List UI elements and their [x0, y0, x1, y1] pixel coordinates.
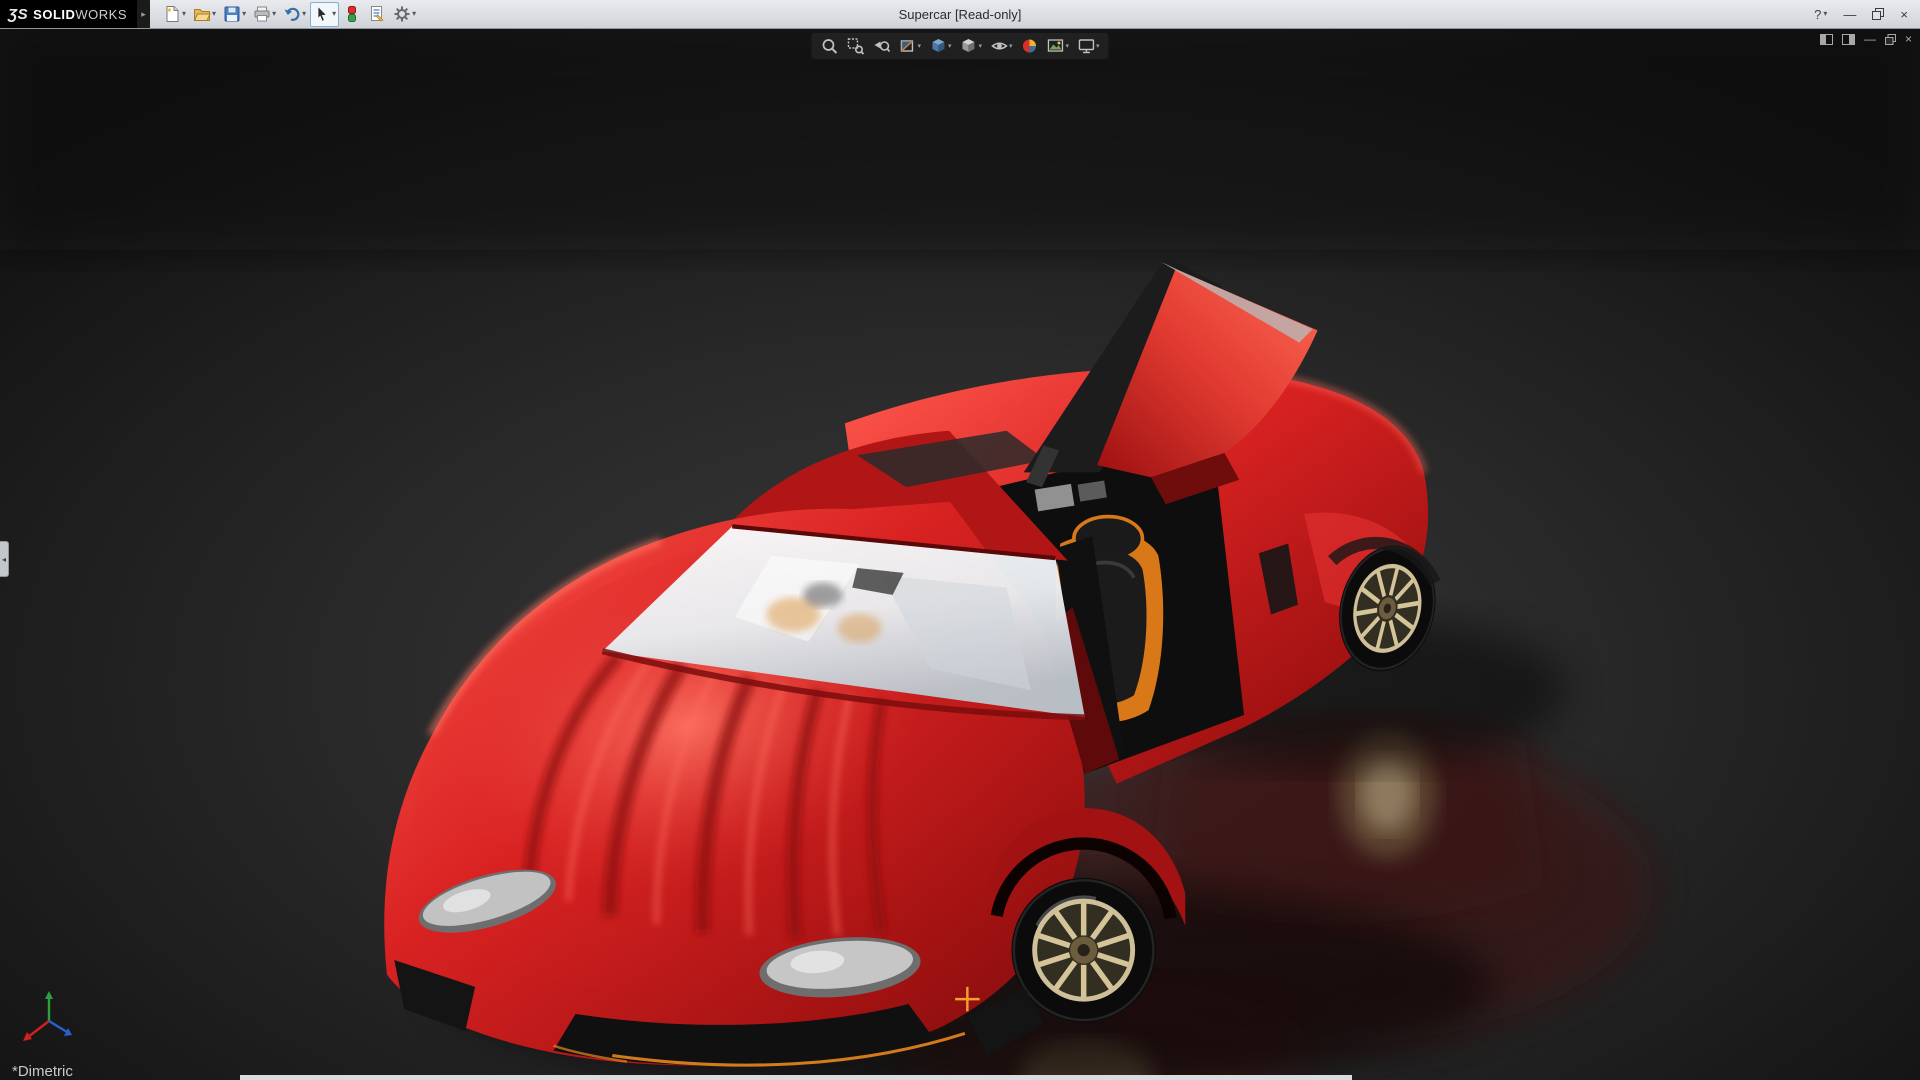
open-icon [193, 5, 211, 23]
view-settings-icon [1077, 37, 1095, 55]
edit-appearance-ball-icon [1021, 37, 1039, 55]
edit-appearance-button[interactable] [1018, 35, 1042, 57]
zoom-to-fit-button[interactable] [817, 35, 841, 57]
front-wheel[interactable] [1011, 878, 1155, 1023]
graphics-area[interactable]: ▾ ▾ ▾ ▾ ▾ ▾ — [0, 29, 1920, 1080]
document-restore-icon [1885, 34, 1896, 45]
section-view-icon [898, 37, 916, 55]
window-title: Supercar [Read-only] [899, 0, 1022, 29]
view-settings-button[interactable]: ▾ [1074, 35, 1103, 57]
panel-collapse-handle[interactable]: ◂ [0, 541, 9, 577]
options-gear-icon [393, 5, 411, 23]
print-button[interactable]: ▾ [250, 2, 279, 27]
file-properties-button[interactable] [365, 2, 389, 27]
zoom-to-fit-icon [820, 37, 838, 55]
view-orientation-cube-icon [929, 37, 947, 55]
select-cursor-icon [313, 5, 331, 23]
document-window-controls: — × [1820, 33, 1912, 45]
restore-icon [1872, 8, 1884, 20]
print-icon [253, 5, 271, 23]
heads-up-view-toolbar: ▾ ▾ ▾ ▾ ▾ ▾ [811, 33, 1108, 59]
apply-scene-button[interactable]: ▾ [1044, 35, 1073, 57]
solidworks-logo-mark-icon: ƷS [8, 6, 28, 23]
standard-toolbar: ▾ ▾ ▾ ▾ ▾ ▾ ▾ [160, 0, 419, 28]
taskbar-sliver [240, 1075, 1352, 1080]
undo-icon [283, 5, 301, 23]
display-style-button[interactable]: ▾ [956, 35, 985, 57]
top-vignette [0, 29, 1920, 249]
rebuild-icon [343, 5, 361, 23]
restore-button[interactable] [1870, 8, 1886, 20]
hide-show-items-button[interactable]: ▾ [987, 35, 1016, 57]
select-button[interactable]: ▾ [310, 2, 339, 27]
file-properties-icon [368, 5, 386, 23]
model-scene[interactable] [0, 29, 1920, 1080]
options-button[interactable]: ▾ [390, 2, 419, 27]
close-button[interactable]: × [1898, 8, 1910, 21]
rebuild-button[interactable] [340, 2, 364, 27]
previous-view-icon [872, 37, 890, 55]
new-document-icon [163, 5, 181, 23]
help-icon: ? [1814, 8, 1821, 21]
orientation-triad [18, 988, 80, 1050]
undo-button[interactable]: ▾ [280, 2, 309, 27]
new-document-button[interactable]: ▾ [160, 2, 189, 27]
apply-scene-icon [1047, 37, 1065, 55]
save-icon [223, 5, 241, 23]
section-view-button[interactable]: ▾ [895, 35, 924, 57]
split-pane-left-icon [1820, 34, 1833, 45]
open-button[interactable]: ▾ [190, 2, 219, 27]
menu-expand-arrow[interactable]: ▸ [137, 0, 150, 28]
save-button[interactable]: ▾ [220, 2, 249, 27]
help-button[interactable]: ? ▾ [1812, 8, 1829, 21]
document-close-button[interactable]: × [1905, 33, 1912, 45]
view-orientation-label: *Dimetric [12, 1063, 73, 1080]
zoom-to-area-icon [846, 37, 864, 55]
zoom-to-area-button[interactable] [843, 35, 867, 57]
display-style-icon [959, 37, 977, 55]
window-controls: ? ▾ — × [1812, 0, 1920, 28]
solidworks-brand: SOLIDWORKS [33, 7, 127, 22]
document-restore-button[interactable] [1885, 34, 1896, 45]
previous-view-button[interactable] [869, 35, 893, 57]
titlebar: ƷS SOLIDWORKS ▸ ▾ ▾ ▾ ▾ ▾ ▾ [0, 0, 1920, 29]
minimize-button[interactable]: — [1841, 8, 1858, 21]
split-pane-left-button[interactable] [1820, 34, 1833, 45]
document-minimize-button[interactable]: — [1864, 33, 1876, 45]
hide-show-items-eye-icon [990, 37, 1008, 55]
split-pane-right-button[interactable] [1842, 34, 1855, 45]
solidworks-logo: ƷS SOLIDWORKS [0, 0, 137, 28]
split-pane-right-icon [1842, 34, 1855, 45]
view-orientation-button[interactable]: ▾ [926, 35, 955, 57]
